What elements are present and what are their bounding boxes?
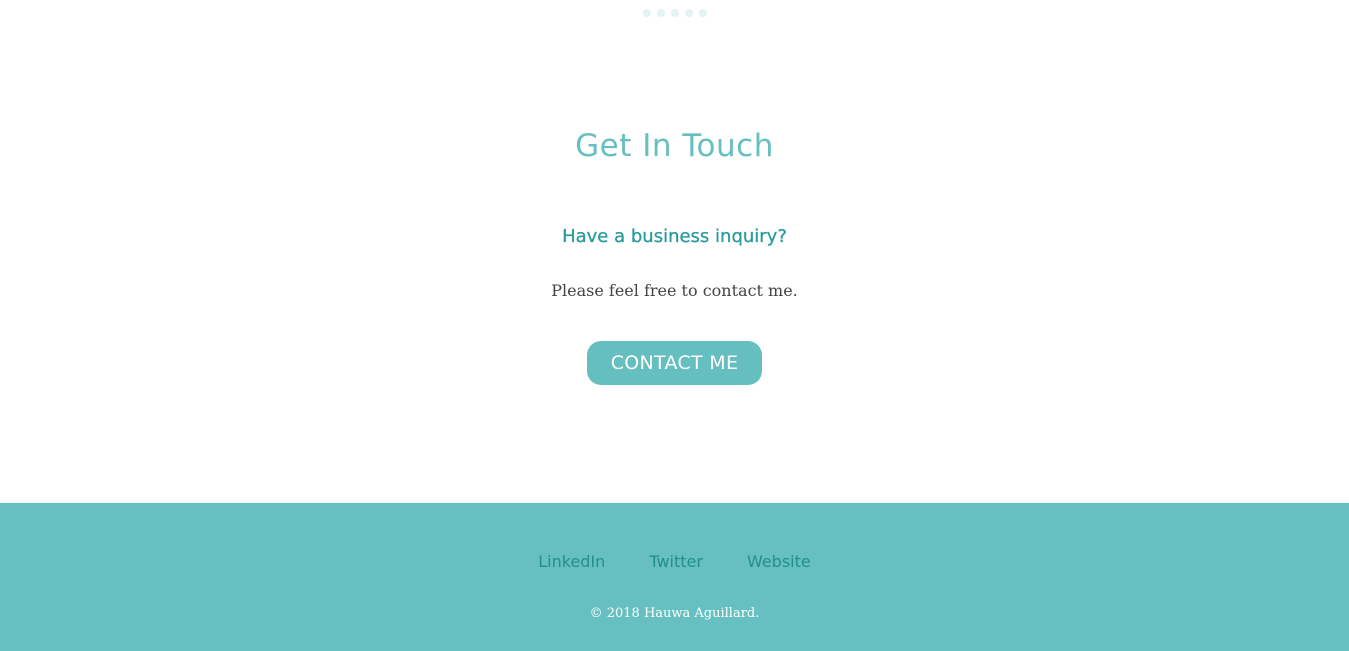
twitter-link[interactable]: Twitter: [649, 552, 703, 571]
linkedin-link[interactable]: LinkedIn: [538, 552, 605, 571]
contact-message: Please feel free to contact me.: [551, 281, 798, 300]
inquiry-heading: Have a business inquiry?: [0, 226, 1349, 247]
section-title: Get In Touch: [575, 128, 774, 164]
copyright-notice: © 2018 Hauwa Aguillard.: [589, 606, 760, 621]
contact-section: Get In Touch Have a business inquiry? Pl…: [0, 0, 1349, 503]
inquiry-heading-text: Have a business inquiry?: [562, 226, 787, 247]
footer-social-links: LinkedIn Twitter Website: [0, 552, 1349, 571]
contact-me-button[interactable]: CONTACT ME: [587, 341, 762, 385]
footer: [0, 503, 1349, 651]
website-link[interactable]: Website: [747, 552, 811, 571]
